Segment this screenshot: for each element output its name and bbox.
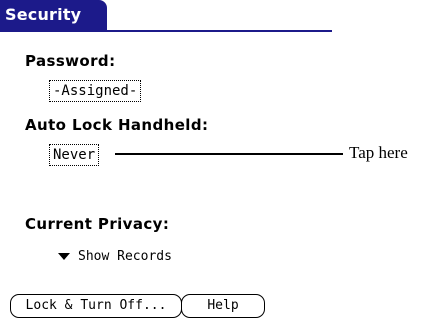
auto-lock-trigger[interactable]: Never [49, 144, 100, 166]
title-bar: Security [0, 0, 332, 32]
security-form: Security Password: -Assigned- Auto Lock … [0, 0, 332, 324]
callout-label: Tap here [349, 143, 408, 162]
lock-turn-off-button[interactable]: Lock & Turn Off... [10, 294, 182, 318]
current-privacy-label: Current Privacy: [25, 215, 170, 233]
password-field[interactable]: -Assigned- [49, 80, 142, 102]
form-title: Security [5, 5, 82, 24]
title-tab: Security [0, 0, 107, 30]
title-underline [0, 30, 332, 32]
help-button[interactable]: Help [181, 294, 265, 318]
callout-line [115, 153, 343, 155]
password-label: Password: [25, 52, 116, 70]
privacy-selected-value: Show Records [78, 248, 172, 264]
triangle-down-icon [58, 252, 70, 260]
auto-lock-label: Auto Lock Handheld: [25, 116, 209, 134]
privacy-popup-trigger[interactable]: Show Records [58, 247, 172, 265]
